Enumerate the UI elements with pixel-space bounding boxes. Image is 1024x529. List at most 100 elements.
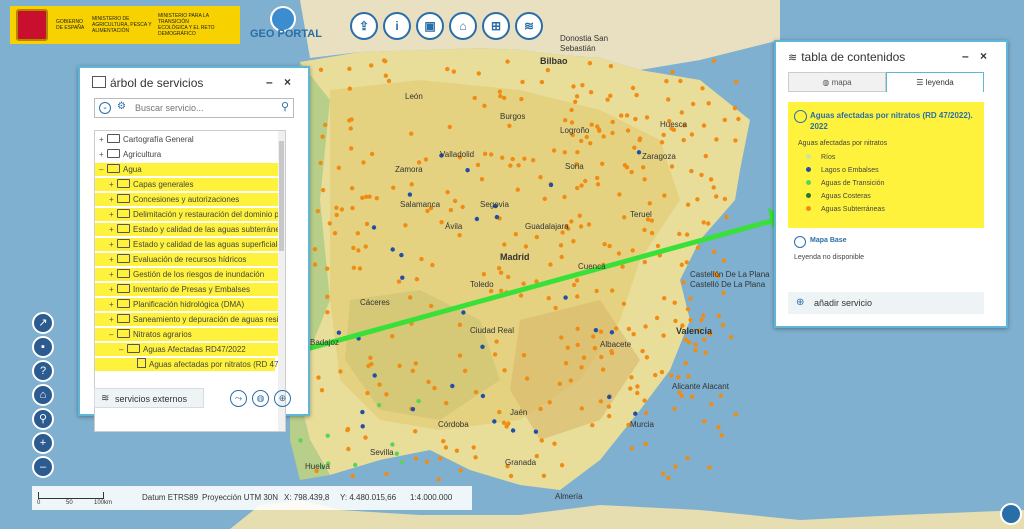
map-point	[719, 433, 724, 438]
map-point	[471, 445, 476, 450]
map-point	[497, 89, 503, 94]
zoom-in-button[interactable]: +	[32, 432, 54, 454]
tree-item[interactable]: + Delimitación y restauración del dominio…	[109, 208, 285, 221]
collapse-icon[interactable]: –	[109, 328, 116, 341]
map-label-logrono: Logroño	[560, 126, 590, 135]
map-point	[716, 313, 722, 319]
map-point	[439, 220, 444, 225]
print-button[interactable]: ▣	[416, 12, 444, 40]
folder-icon	[127, 344, 140, 353]
tree-item[interactable]: + Estado y calidad de las aguas superfici…	[109, 238, 285, 251]
export-button[interactable]: ↗	[32, 312, 54, 334]
add-service-button[interactable]: ⊕ añadir servicio	[788, 292, 984, 314]
map-point	[347, 66, 352, 72]
tree-item[interactable]: + Capas generales	[109, 178, 193, 191]
tree-item[interactable]: + Planificación hidrológica (DMA)	[109, 298, 244, 311]
map-label-avila: Ávila	[445, 222, 463, 231]
map-point	[689, 394, 695, 399]
collapse-icon[interactable]: –	[99, 163, 106, 176]
zoom-search-button[interactable]: ⚲	[32, 408, 54, 430]
tab-legend[interactable]: ☰ leyenda	[886, 72, 984, 92]
map-point	[693, 342, 698, 347]
map-point	[621, 301, 627, 306]
upload-button[interactable]: ⇪	[350, 12, 378, 40]
map-point	[574, 278, 580, 283]
map-point	[684, 232, 690, 237]
map-point	[558, 243, 564, 248]
home-button[interactable]: ⌂	[32, 384, 54, 406]
expand-icon[interactable]: +	[109, 253, 116, 266]
tree-item[interactable]: – Nitratos agrarios	[109, 328, 192, 341]
map-point	[721, 258, 726, 263]
expand-icon[interactable]: +	[109, 178, 116, 191]
map-point	[454, 448, 460, 453]
tab-map[interactable]: ◍ mapa	[788, 72, 886, 92]
collapse-icon[interactable]: –	[119, 343, 126, 356]
save-button[interactable]: ▪	[32, 336, 54, 358]
search-icon[interactable]: ⚲	[281, 100, 289, 113]
folder-icon	[117, 194, 130, 203]
map-point	[318, 67, 324, 73]
search-input[interactable]	[135, 101, 275, 114]
share-button[interactable]: ⌂	[449, 12, 477, 40]
scale-label-0: 0	[37, 500, 41, 506]
external-services-button[interactable]: ≋ servicios externos	[94, 388, 204, 408]
map-point	[711, 58, 717, 63]
expand-icon[interactable]: +	[99, 148, 106, 161]
map-point	[720, 322, 726, 328]
map-point	[575, 185, 580, 191]
expand-icon[interactable]: +	[109, 223, 116, 236]
tree-item[interactable]: + Saneamiento y depuración de aguas resid…	[109, 313, 285, 326]
minimize-button[interactable]: –	[266, 75, 273, 89]
expand-icon[interactable]: +	[109, 283, 116, 296]
zoom-out-button[interactable]: –	[32, 456, 54, 478]
map-label-castellon: Castellón De La Plana Castelló De La Pla…	[690, 270, 770, 289]
tree-item[interactable]: + Concesiones y autorizaciones	[109, 193, 239, 206]
expand-icon[interactable]: +	[109, 193, 116, 206]
expand-icon[interactable]: +	[109, 238, 116, 251]
tree-item[interactable]: + Gestión de los riesgos de inundación	[109, 268, 264, 281]
expand-icon[interactable]: +	[109, 208, 116, 221]
map-point	[539, 79, 545, 85]
tree-item[interactable]: + Estado y calidad de las aguas subterrán…	[109, 223, 285, 236]
map-point	[602, 242, 607, 247]
tree-item[interactable]: – Aguas Afectadas RD47/2022	[119, 343, 246, 356]
map-point	[502, 242, 507, 247]
wms-icon[interactable]: ⤳	[230, 390, 247, 407]
map-point	[593, 328, 599, 333]
map-point	[413, 456, 419, 461]
scrollbar-thumb[interactable]	[279, 141, 284, 251]
map-point	[475, 162, 481, 168]
globe-service-icon[interactable]: ◍	[252, 390, 269, 407]
tree-item[interactable]: + Cartografía General	[99, 133, 194, 146]
minimize-button[interactable]: –	[962, 49, 969, 63]
tree-item[interactable]: + Evaluación de recursos hídricos	[109, 253, 246, 266]
globe-icon[interactable]	[1000, 503, 1022, 525]
map-point	[610, 130, 615, 136]
map-point	[518, 293, 524, 298]
map-point	[356, 248, 361, 253]
tree-button[interactable]: ⊞	[482, 12, 510, 40]
close-button[interactable]: ×	[980, 49, 987, 63]
tree-item[interactable]: – Agua	[99, 163, 142, 176]
close-button[interactable]: ×	[284, 75, 291, 89]
layers-button[interactable]: ≋	[515, 12, 543, 40]
tree-item[interactable]: + Inventario de Presas y Embalses	[109, 283, 250, 296]
chevron-down-icon[interactable]: ⌄	[99, 102, 111, 114]
filter-icon[interactable]: ⚙	[117, 101, 126, 112]
expand-icon[interactable]: +	[109, 268, 116, 281]
map-point	[575, 326, 580, 331]
expand-icon[interactable]: +	[109, 313, 116, 326]
map-point	[403, 223, 408, 228]
tree-item[interactable]: + Agricultura	[99, 148, 161, 161]
map-point	[578, 224, 584, 229]
tree-item[interactable]: Aguas afectadas por nitratos (RD 47/2022	[129, 358, 285, 371]
map-point	[458, 468, 463, 473]
expand-icon[interactable]: +	[109, 298, 116, 311]
expand-icon[interactable]: +	[99, 133, 106, 146]
map-point	[413, 361, 418, 366]
service-tree-panel: árbol de servicios – × ⌄ ⚙ ⚲ + Cartografí…	[78, 66, 310, 432]
help-button[interactable]: ?	[32, 360, 54, 382]
info-button[interactable]: i	[383, 12, 411, 40]
add-service-icon[interactable]: ⊕	[274, 390, 291, 407]
